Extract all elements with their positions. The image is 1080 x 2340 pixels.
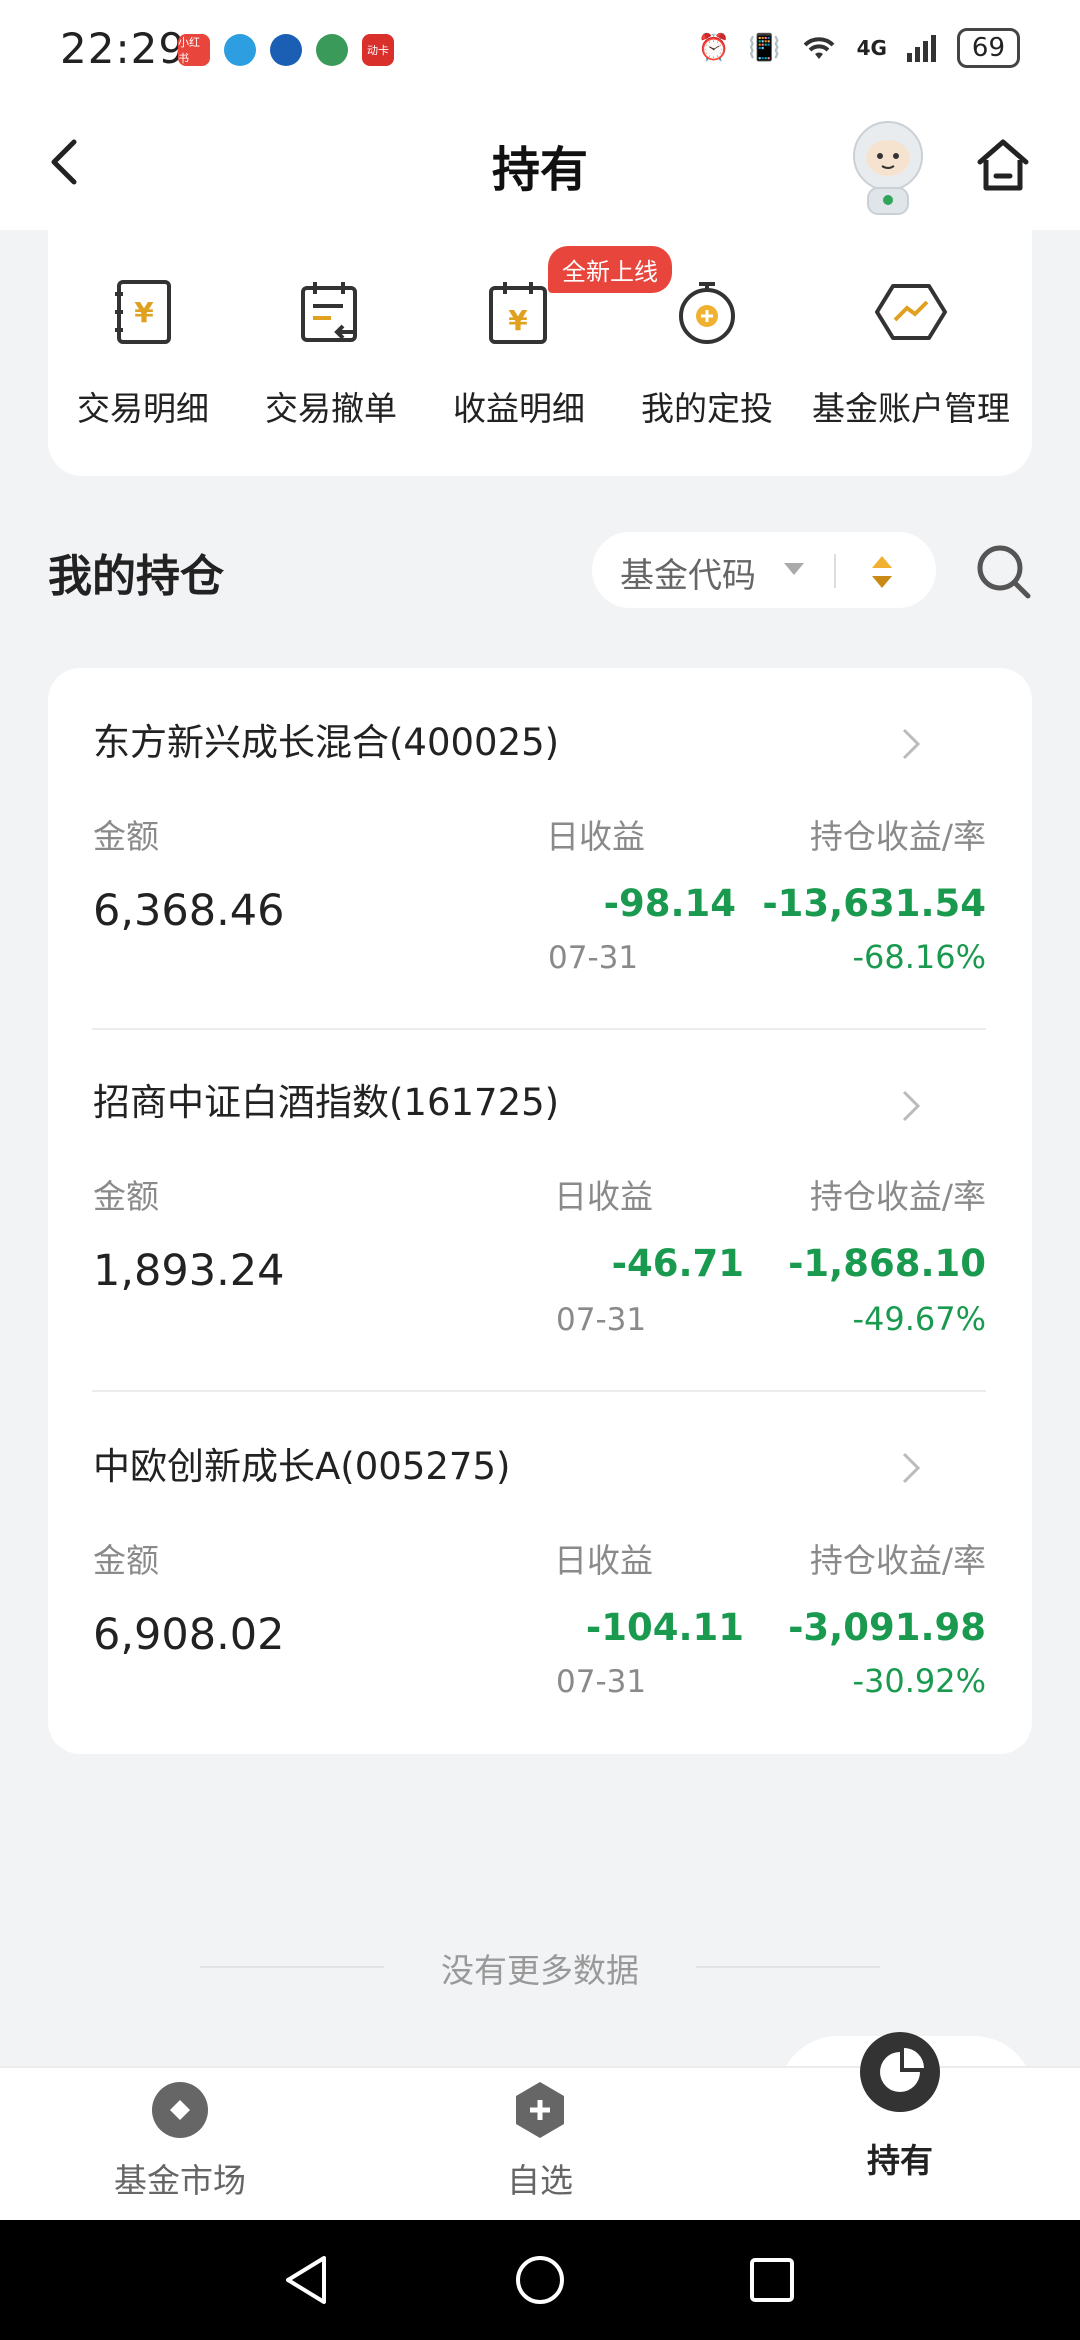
- status-time: 22:29: [60, 24, 187, 73]
- nav-recents-icon[interactable]: [748, 2256, 796, 2304]
- daily-income-date: 07-31: [556, 1302, 647, 1338]
- holding-income-value: -3,091.98: [788, 1606, 986, 1649]
- home-icon[interactable]: [972, 134, 1034, 196]
- fund-item-400025[interactable]: 东方新兴成长混合(400025) 金额 日收益 持仓收益/率 6,368.46 …: [48, 668, 986, 1028]
- app-2-icon: [224, 34, 256, 66]
- divider-line: [696, 1966, 880, 1968]
- vibrate-icon: 📳: [748, 33, 781, 63]
- holding-income-label: 持仓收益/率: [809, 817, 986, 856]
- quick-trade-details[interactable]: ¥ 交易明细: [48, 272, 238, 430]
- daily-income-date: 07-31: [548, 940, 639, 976]
- quick-fund-account-management[interactable]: 基金账户管理: [796, 272, 1026, 430]
- daily-income-label: 日收益: [546, 817, 645, 856]
- daily-income-value: -104.11: [585, 1606, 744, 1649]
- hexagon-trend-icon: [875, 284, 947, 340]
- sort-order-icon[interactable]: [870, 554, 894, 590]
- amount-value: 6,368.46: [93, 886, 285, 936]
- amount-label: 金额: [93, 1177, 159, 1216]
- xiaohongshu-app-icon: 小红书: [178, 34, 210, 66]
- dongka-app-icon: 动卡: [362, 34, 394, 66]
- amount-label: 金额: [93, 1541, 159, 1580]
- network-type: 4G: [856, 36, 887, 60]
- no-more-data-text: 没有更多数据: [441, 1951, 639, 1990]
- amount-value: 6,908.02: [93, 1610, 285, 1660]
- stopwatch-plus-icon: [679, 282, 735, 344]
- fund-name: 东方新兴成长混合(400025): [93, 721, 560, 764]
- quick-label: 收益明细: [453, 389, 585, 428]
- quick-label: 交易明细: [77, 389, 209, 428]
- nav-back-icon[interactable]: [282, 2254, 332, 2306]
- sort-field-label[interactable]: 基金代码: [620, 548, 756, 597]
- quick-actions-panel: ¥ 交易明细 交易撤单 ¥ 收益明细 我的定投 基金账户管理: [48, 224, 1032, 476]
- battery-indicator: 69: [956, 28, 1020, 68]
- fund-name: 招商中证白酒指数(161725): [93, 1081, 560, 1124]
- alarm-icon: ⏰: [697, 33, 731, 63]
- tab-fund-market[interactable]: 基金市场: [70, 2080, 290, 2202]
- new-launch-badge: 全新上线: [548, 246, 672, 293]
- tab-label: 基金市场: [114, 2161, 246, 2200]
- daily-income-value: -98.14: [603, 882, 736, 925]
- yuan-calendar-icon: ¥: [489, 282, 547, 344]
- quick-label: 基金账户管理: [812, 389, 1010, 428]
- amount-value: 1,893.24: [93, 1246, 285, 1296]
- holdings-title: 我的持仓: [48, 551, 224, 602]
- calendar-undo-icon: [301, 282, 357, 342]
- fund-item-005275[interactable]: 中欧创新成长A(005275) 金额 日收益 持仓收益/率 6,908.02 -…: [48, 1392, 986, 1752]
- quick-income-details[interactable]: ¥ 收益明细: [424, 272, 614, 430]
- status-indicators: ⏰ 📳 4G 69: [698, 28, 1020, 68]
- app-4-icon: [316, 34, 348, 66]
- fund-market-icon: [152, 2082, 208, 2138]
- holding-income-rate: -68.16%: [852, 938, 986, 976]
- nav-home-icon[interactable]: [514, 2254, 566, 2306]
- svg-text:¥: ¥: [134, 296, 154, 329]
- daily-income-value: -46.71: [611, 1242, 744, 1285]
- chevron-right-icon: [902, 1452, 921, 1484]
- holding-income-rate: -30.92%: [852, 1662, 986, 1700]
- daily-income-label: 日收益: [554, 1541, 653, 1580]
- amount-label: 金额: [93, 817, 159, 856]
- search-icon[interactable]: [974, 542, 1034, 602]
- holding-income-value: -1,868.10: [788, 1242, 986, 1285]
- holding-income-rate: -49.67%: [852, 1300, 986, 1338]
- fund-name: 中欧创新成长A(005275): [93, 1445, 511, 1488]
- chevron-right-icon: [902, 728, 921, 760]
- daily-income-label: 日收益: [554, 1177, 653, 1216]
- wifi-icon: [803, 37, 834, 59]
- holdings-pie-icon: [860, 2032, 940, 2112]
- watchlist-plus-icon: [516, 2082, 564, 2138]
- sort-divider: [834, 554, 836, 588]
- daily-income-date: 07-31: [556, 1664, 647, 1700]
- signal-icon: [906, 35, 936, 62]
- tab-label: 自选: [507, 2161, 573, 2200]
- holding-income-value: -13,631.54: [762, 882, 986, 925]
- holding-income-label: 持仓收益/率: [809, 1541, 986, 1580]
- robot-assistant-icon[interactable]: [838, 112, 938, 222]
- quick-trade-cancel[interactable]: 交易撤单: [236, 272, 426, 430]
- app-3-icon: [270, 34, 302, 66]
- quick-label: 交易撤单: [265, 389, 397, 428]
- quick-label: 我的定投: [641, 389, 773, 428]
- holding-income-label: 持仓收益/率: [809, 1177, 986, 1216]
- svg-text:¥: ¥: [508, 304, 528, 337]
- yuan-notebook-icon: ¥: [115, 280, 171, 344]
- chevron-right-icon: [902, 1090, 921, 1122]
- dropdown-caret-icon[interactable]: [784, 563, 804, 575]
- tab-watchlist[interactable]: 自选: [430, 2080, 650, 2202]
- quick-my-auto-invest[interactable]: 我的定投: [612, 272, 802, 430]
- fund-item-161725[interactable]: 招商中证白酒指数(161725) 日收益 金额 持仓收益/率 1,893.24 …: [48, 1030, 986, 1390]
- tab-label: 持有: [867, 2141, 933, 2180]
- tab-holdings[interactable]: 持有: [790, 2030, 1010, 2182]
- status-app-icons: 小红书 动卡: [178, 34, 394, 66]
